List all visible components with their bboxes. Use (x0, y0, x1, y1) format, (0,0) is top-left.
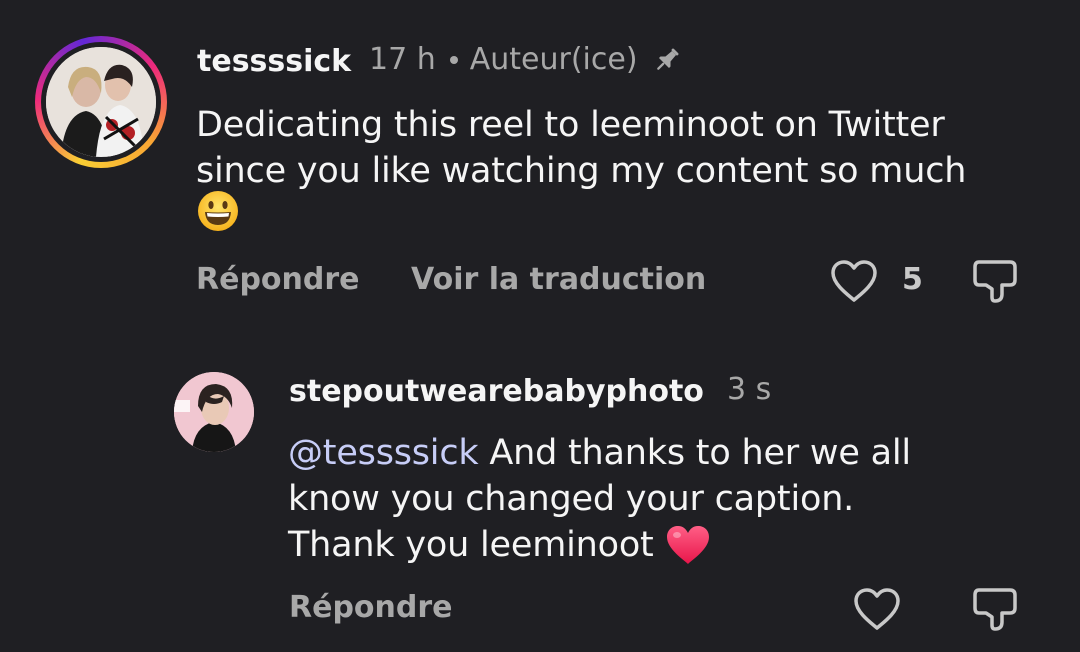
heart-icon[interactable] (852, 586, 902, 632)
comment-text-line: Thank you leeminoot (288, 522, 911, 568)
dislike-icon[interactable] (970, 256, 1022, 306)
separator-dot (449, 55, 458, 64)
pin-icon (650, 43, 684, 77)
red-heart-emoji-icon (665, 524, 711, 566)
author-badge: Auteur(ice) (469, 42, 638, 77)
comment-meta: 17 h Auteur(ice) (369, 42, 684, 77)
comment-username[interactable]: stepoutwearebabyphoto (289, 374, 704, 409)
comment-text: @tessssick And thanks to her we all know… (288, 430, 911, 568)
comment-item: tessssick 17 h Auteur(ice) Dedicating th… (0, 0, 1080, 330)
dislike-icon[interactable] (970, 584, 1022, 634)
see-translation-button[interactable]: Voir la traduction (411, 262, 706, 297)
comment-time: 17 h (369, 42, 436, 77)
mention-link[interactable]: @tessssick (288, 433, 479, 473)
comment-username[interactable]: tessssick (197, 44, 351, 79)
like-count: 5 (902, 262, 923, 297)
avatar[interactable] (174, 372, 254, 452)
reply-button[interactable]: Répondre (196, 262, 360, 297)
comment-text-line: know you changed your caption. (288, 479, 855, 519)
avatar (46, 47, 156, 157)
heart-icon[interactable] (829, 258, 879, 304)
comment-text: Dedicating this reel to leeminoot on Twi… (196, 102, 966, 240)
comment-text-line: since you like watching my content so mu… (196, 151, 967, 191)
comment-text-span: And thanks to her we all (478, 433, 911, 473)
comment-text-line: @tessssick And thanks to her we all (288, 430, 911, 476)
comment-time: 3 s (727, 372, 772, 407)
comment-text-line: Dedicating this reel to leeminoot on Twi… (196, 105, 945, 145)
comment-meta: 3 s (727, 372, 771, 407)
grinning-face-emoji-icon (196, 189, 240, 245)
avatar-story-ring[interactable] (35, 36, 167, 168)
comment-text-span: Thank you leeminoot (288, 525, 665, 565)
reply-comment-item: stepoutwearebabyphoto 3 s @tessssick And… (0, 350, 1080, 652)
reply-button[interactable]: Répondre (289, 590, 453, 625)
